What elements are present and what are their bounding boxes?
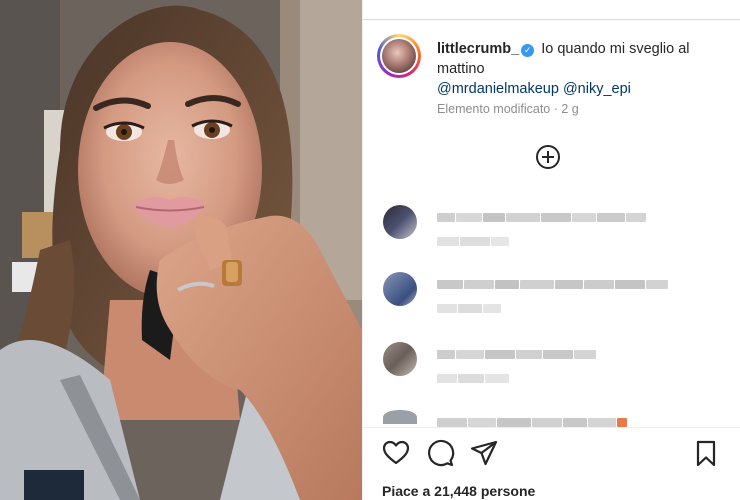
share-icon[interactable]: [469, 438, 499, 468]
mention-link-2[interactable]: @niky_epi: [563, 81, 631, 97]
avatar: [382, 39, 416, 73]
comment-item: [383, 205, 703, 253]
redacted-comment-meta: [437, 300, 502, 318]
time-ago[interactable]: 2 g: [561, 102, 578, 116]
post-details-panel: littlecrumb_ ✓ Io quando mi sveglio al ma…: [362, 0, 740, 500]
redacted-comment-meta: [437, 370, 510, 388]
post-photo: [0, 0, 362, 500]
comment-item: [383, 410, 703, 427]
instagram-post-view: littlecrumb_ ✓ Io quando mi sveglio al ma…: [0, 0, 740, 500]
caption-text: littlecrumb_ ✓ Io quando mi sveglio al ma…: [437, 39, 727, 99]
actions-divider: [363, 427, 740, 428]
redacted-comment-meta: [437, 233, 510, 251]
username-link[interactable]: littlecrumb_: [437, 41, 519, 57]
story-ring[interactable]: [377, 34, 421, 78]
comment-icon[interactable]: [425, 438, 455, 468]
likes-count[interactable]: Piace a 21,448 persone: [382, 483, 535, 499]
comment-avatar[interactable]: [383, 272, 417, 306]
verified-badge-icon: ✓: [521, 44, 535, 57]
header-divider: [363, 19, 740, 20]
post-media[interactable]: [0, 0, 362, 500]
bookmark-icon[interactable]: [691, 438, 721, 468]
mention-link-1[interactable]: @mrdanielmakeup: [437, 81, 559, 97]
post-actions-bar: [363, 438, 740, 468]
redacted-comment-text: [437, 276, 669, 294]
redacted-comment-text: [437, 346, 597, 364]
plus-circle-icon[interactable]: [535, 144, 561, 170]
comment-avatar[interactable]: [383, 342, 417, 376]
comment-item: [383, 342, 703, 390]
heart-icon[interactable]: [381, 438, 411, 468]
redacted-comment-text: [437, 414, 628, 432]
comment-avatar[interactable]: [383, 205, 417, 239]
comment-avatar[interactable]: [383, 410, 417, 424]
caption-meta: Elemento modificato · 2 g: [437, 102, 579, 116]
edited-label: Elemento modificato: [437, 102, 551, 116]
comment-item: [383, 272, 703, 320]
redacted-comment-text: [437, 209, 647, 227]
